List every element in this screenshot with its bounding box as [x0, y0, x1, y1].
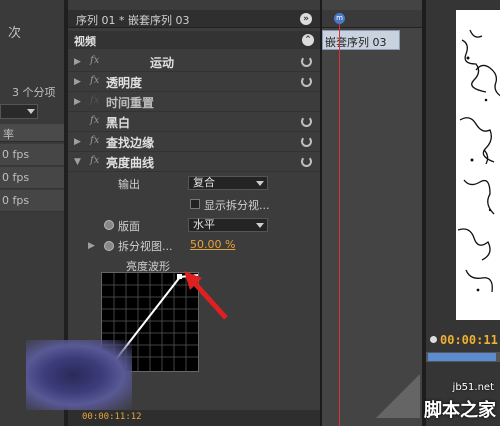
fx-icon[interactable]: fx: [90, 155, 99, 166]
effect-label: 黑白: [106, 116, 131, 130]
effect-label: 运动: [150, 56, 175, 70]
watermark-url: jb51.net: [452, 382, 494, 393]
effect-row-motion[interactable]: ▶ fx 运动: [68, 52, 320, 72]
effect-label: 亮度曲线: [106, 156, 155, 170]
red-arrow-annotation: [184, 271, 228, 320]
watermark-brand: 脚本之家: [424, 400, 496, 421]
output-dropdown[interactable]: 复合: [188, 176, 268, 190]
reset-icon[interactable]: [301, 136, 312, 147]
fx-icon[interactable]: fx: [90, 75, 99, 86]
scrub-bar-fill: [428, 353, 496, 361]
tab-title: 序列 01 * 嵌套序列 03: [76, 14, 190, 27]
show-timeline-icon[interactable]: »: [300, 13, 312, 25]
effect-controls-tab[interactable]: 序列 01 * 嵌套序列 03 »: [68, 10, 320, 28]
program-scrub-bar[interactable]: [426, 352, 500, 362]
reset-icon[interactable]: [301, 56, 312, 67]
effect-label: 透明度: [106, 76, 143, 90]
list-item[interactable]: 0 fps: [0, 144, 64, 166]
show-split-view-label: 显示拆分视...: [204, 199, 270, 212]
effect-label: 查找边缘: [106, 136, 155, 150]
list-item[interactable]: 0 fps: [0, 167, 64, 189]
view-dropdown[interactable]: [0, 104, 38, 119]
fx-icon[interactable]: fx: [90, 135, 99, 146]
program-preview-image: [456, 10, 500, 320]
expand-triangle-icon[interactable]: ▶: [74, 77, 81, 87]
chevron-down-icon: [27, 109, 35, 114]
watermark: jb51.net 脚本之家: [368, 370, 500, 426]
footer-timecode[interactable]: 00:00:11:12: [82, 412, 142, 422]
collapse-triangle-icon[interactable]: ▼: [74, 157, 81, 167]
playhead-indicator-icon: [430, 336, 437, 343]
edge-detected-frame: [457, 29, 500, 293]
program-timecode[interactable]: 00:00:11: [440, 333, 498, 347]
effect-timeline: 嵌套序列 03 m: [322, 0, 422, 426]
fx-icon[interactable]: fx: [90, 55, 99, 66]
playhead-line[interactable]: [339, 24, 340, 426]
collapse-icon[interactable]: ⌃: [302, 34, 314, 46]
list-item-fps: 0 fps: [2, 171, 30, 184]
show-split-view-checkbox[interactable]: [190, 199, 200, 209]
expand-triangle-icon[interactable]: ▶: [74, 97, 81, 107]
project-panel-label: 次: [8, 26, 22, 41]
split-percent-label: 拆分视图...: [118, 240, 173, 253]
watermark-logo-icon: [376, 374, 420, 418]
effect-controls-footer: 00:00:11:12: [68, 410, 320, 426]
column-header-label: 率: [3, 128, 14, 141]
program-monitor: 00:00:11: [426, 0, 500, 426]
effect-row-time-remap[interactable]: ▶ fx 时间重置: [68, 92, 320, 112]
blurred-overlay: [26, 340, 132, 410]
list-item-fps: 0 fps: [2, 148, 30, 161]
section-label: 视频: [74, 35, 96, 48]
nested-sequence-clip[interactable]: 嵌套序列 03: [322, 30, 400, 50]
playhead-handle[interactable]: m: [334, 13, 345, 24]
column-header-fps[interactable]: 率: [0, 124, 64, 142]
stopwatch-icon[interactable]: [104, 220, 114, 230]
chevron-down-icon: [256, 181, 264, 186]
layout-label: 版面: [118, 220, 140, 233]
fx-icon[interactable]: fx: [90, 115, 99, 126]
effect-row-find-edges[interactable]: ▶ fx 查找边缘: [68, 132, 320, 152]
reset-icon[interactable]: [301, 156, 312, 167]
expand-triangle-icon[interactable]: ▶: [88, 241, 95, 251]
video-effects-header: 视频 ⌃: [68, 31, 320, 49]
effect-row-opacity[interactable]: ▶ fx 透明度: [68, 72, 320, 92]
clip-label: 嵌套序列 03: [325, 36, 387, 49]
layout-dropdown[interactable]: 水平: [188, 218, 268, 232]
effect-row-black-white[interactable]: fx 黑白: [68, 112, 320, 132]
effect-row-luma-curve[interactable]: ▼ fx 亮度曲线: [68, 152, 320, 172]
expand-triangle-icon[interactable]: ▶: [74, 137, 81, 147]
fx-icon: fx: [90, 95, 100, 106]
output-value: 复合: [193, 176, 215, 189]
stopwatch-icon[interactable]: [104, 241, 114, 251]
split-percent-value[interactable]: 50.00 %: [190, 238, 235, 251]
chevron-down-icon: [256, 223, 264, 228]
list-item-fps: 0 fps: [2, 194, 30, 207]
expand-triangle-icon[interactable]: ▶: [74, 57, 81, 67]
output-label: 输出: [118, 178, 140, 191]
reset-icon[interactable]: [301, 116, 312, 127]
layout-value: 水平: [193, 218, 215, 231]
effect-label: 时间重置: [106, 96, 155, 110]
reset-icon[interactable]: [301, 76, 312, 87]
item-count: 3 个分项: [12, 86, 56, 99]
list-item[interactable]: 0 fps: [0, 190, 64, 212]
